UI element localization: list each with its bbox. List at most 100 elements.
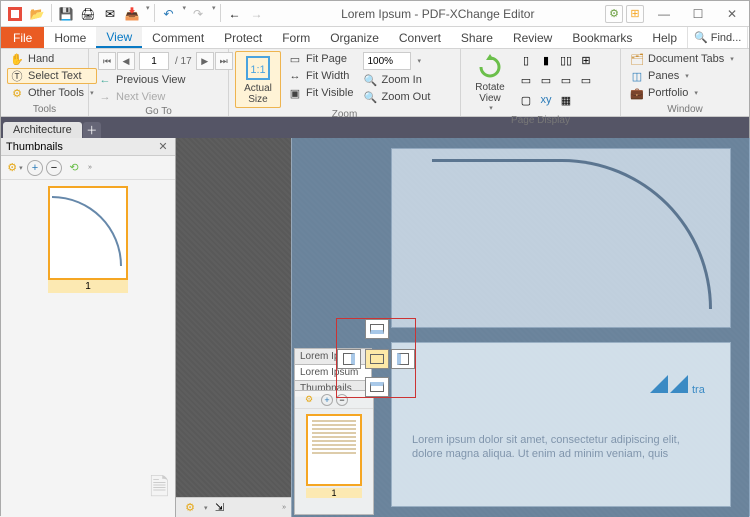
thumb-zoom-in-icon[interactable]: +	[27, 160, 43, 176]
layout-c-icon[interactable]: ▭	[557, 71, 575, 89]
dock-top-button[interactable]	[365, 319, 389, 339]
ui-opt1-icon[interactable]: ⚙	[605, 5, 623, 23]
close-button[interactable]: ✕	[715, 1, 749, 27]
title-bar: 📂 💾 🖨 ✉ 📥 ▾ ↶ ▾ ↷ ▾ ← → Lorem Ipsum - PD…	[1, 1, 749, 27]
layout-e-icon[interactable]: ▢	[517, 91, 535, 109]
menu-protect[interactable]: Protect	[214, 27, 272, 48]
tab-architecture[interactable]: Architecture	[3, 122, 82, 138]
undo-dropdown-icon[interactable]: ▾	[183, 4, 187, 24]
actual-size-icon: 1:1	[244, 54, 272, 82]
menu-organize[interactable]: Organize	[320, 27, 389, 48]
layout-b-icon[interactable]: ▭	[537, 71, 555, 89]
dock-bottom-button[interactable]	[365, 377, 389, 397]
thumbnail-page-1[interactable]	[48, 186, 128, 280]
add-tab-button[interactable]: ＋	[83, 122, 101, 138]
thumbnail-label-1: 1	[48, 280, 128, 293]
menu-help[interactable]: Help	[642, 27, 687, 48]
thumbnails-panel: Thumbnails ✕ ⚙▾ + − ⟲ » 1 🗎	[1, 138, 176, 517]
group-tools-label: Tools	[7, 103, 82, 116]
thumb-more-icon[interactable]: »	[88, 164, 92, 171]
actual-size-button[interactable]: 1:1 Actual Size	[235, 51, 281, 108]
find-button[interactable]: 🔍Find...	[687, 27, 747, 48]
layout-opt-icon[interactable]: ⊞	[577, 51, 595, 69]
layout-g-icon[interactable]: ▦	[557, 91, 575, 109]
first-page-button[interactable]: ⏮	[98, 52, 116, 70]
group-zoom: 1:1 Actual Size ▭Fit Page ↔Fit Width ▣Fi…	[229, 49, 461, 116]
file-menu[interactable]: File	[1, 27, 44, 48]
nav-back-icon[interactable]: ←	[225, 4, 245, 24]
layout-a-icon[interactable]: ▭	[517, 71, 535, 89]
thumbnails-header: Thumbnails ✕	[1, 138, 175, 156]
open-icon[interactable]: 📂	[27, 4, 47, 24]
mail-icon[interactable]: ✉	[100, 4, 120, 24]
other-tools[interactable]: ⚙Other Tools▾	[7, 85, 97, 101]
thumb-options-icon[interactable]: ⚙▾	[6, 159, 24, 177]
bottom-toolbar: ⚙ ▾ ⇲ »	[176, 497, 291, 517]
dock-left-button[interactable]	[337, 349, 361, 369]
bottom-more-icon[interactable]: »	[282, 504, 286, 511]
zoom-combo[interactable]: ▾	[360, 51, 433, 71]
menu-share[interactable]: Share	[451, 27, 503, 48]
menu-view[interactable]: View	[96, 27, 142, 48]
overlay-logo-icon: tra	[650, 363, 700, 403]
redo-dropdown-icon[interactable]: ▾	[212, 4, 216, 24]
mini-thumbnail-1[interactable]	[306, 414, 362, 486]
save-icon[interactable]: 💾	[56, 4, 76, 24]
thumbnails-close-icon[interactable]: ✕	[156, 140, 170, 153]
redo-icon[interactable]: ↷	[188, 4, 208, 24]
overlay-page-2: tra Lorem ipsum dolor sit amet, consecte…	[391, 342, 731, 507]
zoom-input[interactable]	[363, 52, 411, 70]
thumb-zoom-out-icon[interactable]: −	[46, 160, 62, 176]
print-icon[interactable]: 🖨	[78, 4, 98, 24]
dock-guide	[336, 318, 416, 398]
layout-continuous-icon[interactable]: ▮	[537, 51, 555, 69]
zoom-in[interactable]: 🔍Zoom In	[360, 72, 433, 88]
layout-facing-icon[interactable]: ▯▯	[557, 51, 575, 69]
next-view[interactable]: →Next View	[95, 89, 236, 105]
layout-d-icon[interactable]: ▭	[577, 71, 595, 89]
scan-dropdown-icon[interactable]: ▾	[146, 4, 150, 24]
layout-single-icon[interactable]: ▯	[517, 51, 535, 69]
fit-page[interactable]: ▭Fit Page	[285, 51, 356, 67]
main-area: Thumbnails ✕ ⚙▾ + − ⟲ » 1 🗎 tra	[1, 138, 749, 517]
app-icon[interactable]	[5, 4, 25, 24]
fit-width[interactable]: ↔Fit Width	[285, 68, 356, 84]
menu-home[interactable]: Home	[44, 27, 96, 48]
mini-options-icon[interactable]: ⚙	[300, 391, 318, 409]
portfolio[interactable]: 💼Portfolio▾	[627, 85, 737, 101]
mini-zoom-in-icon[interactable]: +	[321, 394, 333, 406]
menu-form[interactable]: Form	[272, 27, 320, 48]
ui-opt2-icon[interactable]: ⊞	[626, 5, 644, 23]
undo-icon[interactable]: ↶	[159, 4, 179, 24]
group-page-display: Rotate View▾ ▯ ▮ ▯▯ ⊞ ▭ ▭ ▭ ▭ ▢ xy	[461, 49, 621, 116]
panes[interactable]: ◫Panes▾	[627, 68, 737, 84]
group-goto: ⏮ ◀ / 17 ▶ ⏭ ←Previous View →Next View G…	[89, 49, 229, 116]
mini-thumbnails-panel: ⚙ + − 1	[294, 390, 374, 515]
menu-comment[interactable]: Comment	[142, 27, 214, 48]
dock-right-button[interactable]	[391, 349, 415, 369]
document-tabs[interactable]: 🗂Document Tabs▾	[627, 51, 737, 67]
select-text-tool[interactable]: ⓉSelect Text	[7, 68, 97, 84]
menu-convert[interactable]: Convert	[389, 27, 451, 48]
menu-review[interactable]: Review	[503, 27, 562, 48]
rotate-view-button[interactable]: Rotate View▾	[467, 51, 513, 114]
dock-center-button[interactable]	[365, 349, 389, 369]
back-icon: ←	[98, 73, 112, 87]
fit-visible[interactable]: ▣Fit Visible	[285, 85, 356, 101]
next-page-button[interactable]: ▶	[196, 52, 214, 70]
layout-f-icon[interactable]: xy	[537, 91, 555, 109]
maximize-button[interactable]: ☐	[681, 1, 715, 27]
scan-icon[interactable]: 📥	[122, 4, 142, 24]
previous-view[interactable]: ←Previous View	[95, 72, 236, 88]
zoom-out[interactable]: 🔍Zoom Out	[360, 89, 433, 105]
page-input[interactable]	[139, 52, 169, 70]
minimize-button[interactable]: —	[647, 1, 681, 27]
menu-bookmarks[interactable]: Bookmarks	[562, 27, 642, 48]
hand-tool[interactable]: ✋Hand	[7, 51, 97, 67]
group-zoom-label: Zoom	[235, 108, 454, 121]
nav-fwd-icon[interactable]: →	[247, 4, 267, 24]
bottom-options-icon[interactable]: ⚙	[181, 499, 199, 517]
thumb-rotate-icon[interactable]: ⟲	[65, 159, 83, 177]
bottom-expand-icon[interactable]: ⇲	[211, 499, 229, 517]
prev-page-button[interactable]: ◀	[117, 52, 135, 70]
